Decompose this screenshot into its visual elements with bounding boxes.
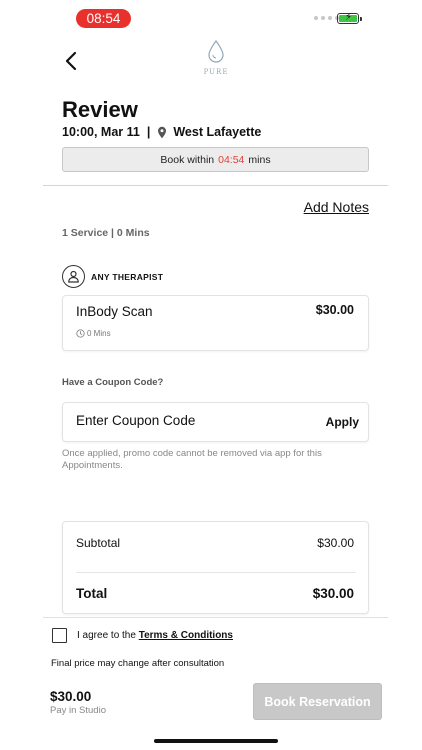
final-price-note: Final price may change after consultatio… [51, 658, 225, 669]
coupon-card: Apply [62, 402, 369, 442]
pay-note: Pay in Studio [50, 705, 106, 716]
terms-agreement: I agree to the Terms & Conditions [52, 628, 233, 643]
water-drop-icon [208, 40, 224, 63]
divider [43, 185, 388, 186]
subtotal-label: Subtotal [76, 536, 121, 550]
service-summary: 1 Service | 0 Mins [62, 227, 150, 239]
status-bar: 08:54 ⚡ [0, 0, 422, 36]
apply-coupon-button[interactable]: Apply [326, 415, 359, 429]
terms-link[interactable]: Terms & Conditions [139, 630, 233, 641]
duration-text: 0 Mins [87, 329, 111, 338]
coupon-input[interactable] [76, 413, 296, 428]
timer-suffix: mins [248, 153, 271, 166]
totals-divider [76, 572, 356, 573]
page-title: Review [62, 97, 138, 122]
signal-icon [314, 16, 339, 20]
subtotal-value: $30.00 [317, 536, 354, 550]
map-pin-icon [158, 126, 167, 138]
agree-text: I agree to the [77, 630, 136, 641]
terms-checkbox[interactable] [52, 628, 67, 643]
location-name: West Lafayette [173, 125, 262, 139]
brand-logo: PURE [198, 40, 234, 76]
service-price: $30.00 [315, 303, 354, 317]
total-label: Total [76, 586, 108, 601]
service-card: InBody Scan $30.00 0 Mins [62, 295, 369, 351]
coupon-question: Have a Coupon Code? [62, 377, 164, 388]
clock-icon [76, 329, 85, 338]
user-icon [62, 265, 85, 288]
totals-card: Subtotal $30.00 Total $30.00 [62, 521, 369, 614]
therapist-label: ANY THERAPIST [91, 271, 164, 282]
battery-tip [360, 17, 362, 21]
service-duration: 0 Mins [76, 329, 111, 338]
battery-icon: ⚡ [337, 13, 359, 24]
status-time: 08:54 [76, 9, 131, 28]
add-notes-link[interactable]: Add Notes [304, 199, 369, 215]
footer-price: $30.00 [50, 689, 92, 704]
appointment-datetime: 10:00, Mar 11 [62, 125, 140, 139]
home-indicator [154, 739, 278, 743]
coupon-note: Once applied, promo code cannot be remov… [62, 448, 322, 471]
total-value: $30.00 [312, 586, 354, 601]
logo-text: PURE [203, 68, 229, 76]
divider [43, 617, 388, 618]
appointment-meta: 10:00, Mar 11 | West Lafayette [62, 125, 261, 139]
timer-countdown: 04:54 [218, 153, 245, 166]
booking-timer: Book within 04:54 mins [62, 147, 369, 172]
book-reservation-button[interactable]: Book Reservation [253, 683, 382, 720]
back-button[interactable] [60, 48, 84, 74]
meta-separator: | [146, 125, 151, 139]
service-name: InBody Scan [76, 304, 153, 319]
therapist-row: ANY THERAPIST [62, 265, 163, 288]
chevron-left-icon [65, 51, 77, 71]
timer-prefix: Book within [160, 153, 215, 166]
